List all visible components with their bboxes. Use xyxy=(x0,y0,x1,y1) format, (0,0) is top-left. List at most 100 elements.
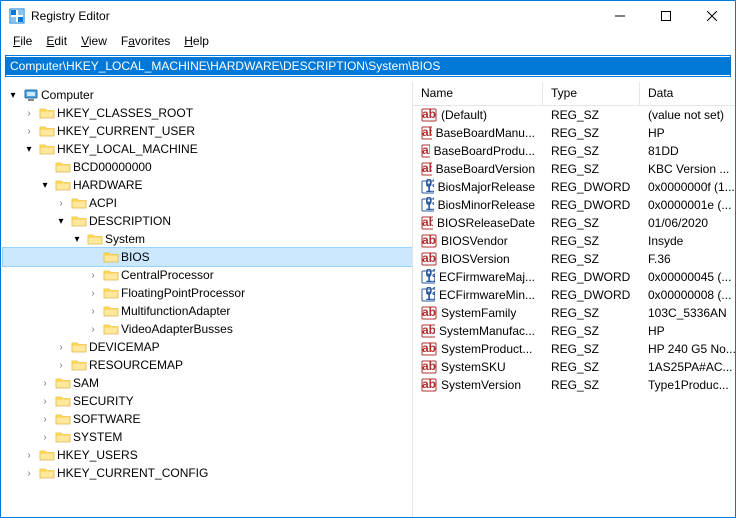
expander-icon[interactable]: › xyxy=(21,465,37,481)
expander-icon[interactable]: › xyxy=(21,447,37,463)
expander-icon[interactable]: › xyxy=(85,285,101,301)
value-type: REG_SZ xyxy=(543,216,640,230)
list-row[interactable]: ECFirmwareMaj...REG_DWORD0x00000045 (... xyxy=(413,268,735,286)
tree-node-centralprocessor[interactable]: › CentralProcessor xyxy=(3,266,412,284)
address-input[interactable] xyxy=(6,57,730,75)
expander-icon[interactable]: › xyxy=(37,393,53,409)
tree-label: DEVICEMAP xyxy=(89,340,160,354)
tree-node-hklm[interactable]: ▾ HKEY_LOCAL_MACHINE xyxy=(3,140,412,158)
value-data: 81DD xyxy=(640,144,735,158)
value-name-cell: SystemSKU xyxy=(413,359,543,375)
tree-node-bios[interactable]: › BIOS xyxy=(3,248,412,266)
value-type: REG_DWORD xyxy=(543,180,640,194)
expander-icon[interactable]: ▾ xyxy=(37,177,53,193)
list-row[interactable]: BiosMinorReleaseREG_DWORD0x0000001e (... xyxy=(413,196,735,214)
tree-node-system2[interactable]: › SYSTEM xyxy=(3,428,412,446)
expander-icon[interactable]: › xyxy=(53,357,69,373)
value-name-cell: SystemFamily xyxy=(413,305,543,321)
close-button[interactable] xyxy=(689,1,735,31)
list-row[interactable]: ECFirmwareMin...REG_DWORD0x00000008 (... xyxy=(413,286,735,304)
tree-node-sam[interactable]: › SAM xyxy=(3,374,412,392)
list-row[interactable]: SystemVersionREG_SZType1Produc... xyxy=(413,376,735,394)
minimize-button[interactable] xyxy=(597,1,643,31)
list-row[interactable]: SystemManufac...REG_SZHP xyxy=(413,322,735,340)
tree-node-hkcr[interactable]: › HKEY_CLASSES_ROOT xyxy=(3,104,412,122)
tree-node-bcd[interactable]: › BCD00000000 xyxy=(3,158,412,176)
expander-icon[interactable]: ▾ xyxy=(21,141,37,157)
expander-icon[interactable]: › xyxy=(21,123,37,139)
tree-node-security[interactable]: › SECURITY xyxy=(3,392,412,410)
list-body[interactable]: (Default)REG_SZ(value not set)BaseBoardM… xyxy=(413,106,735,499)
folder-icon xyxy=(55,411,71,427)
tree-node-description[interactable]: ▾ DESCRIPTION xyxy=(3,212,412,230)
tree-node-hkcu[interactable]: › HKEY_CURRENT_USER xyxy=(3,122,412,140)
list-row[interactable]: SystemProduct...REG_SZHP 240 G5 No... xyxy=(413,340,735,358)
column-header-name[interactable]: Name xyxy=(413,82,543,105)
tree-node-floatingpoint[interactable]: › FloatingPointProcessor xyxy=(3,284,412,302)
expander-icon[interactable]: › xyxy=(85,267,101,283)
expander-icon[interactable]: › xyxy=(37,429,53,445)
tree-node-computer[interactable]: ▾ Computer xyxy=(3,86,412,104)
tree-label: Computer xyxy=(41,88,94,102)
value-name-cell: BaseBoardManu... xyxy=(413,125,543,141)
expander-icon[interactable]: ▾ xyxy=(5,87,21,103)
value-name: BaseBoardVersion xyxy=(436,162,535,176)
expander-icon[interactable]: › xyxy=(85,321,101,337)
expander-icon[interactable]: › xyxy=(85,303,101,319)
list-row[interactable]: SystemSKUREG_SZ1AS25PA#AC... xyxy=(413,358,735,376)
list-row[interactable]: BaseBoardProdu...REG_SZ81DD xyxy=(413,142,735,160)
tree-node-hku[interactable]: › HKEY_USERS xyxy=(3,446,412,464)
menu-edit[interactable]: Edit xyxy=(40,32,73,50)
value-type: REG_DWORD xyxy=(543,270,640,284)
tree-pane[interactable]: ▾ Computer › HKEY_CLASSES_ROOT xyxy=(1,82,413,517)
list-row[interactable]: BIOSReleaseDateREG_SZ01/06/2020 xyxy=(413,214,735,232)
value-name: BiosMajorRelease xyxy=(438,180,535,194)
value-name: (Default) xyxy=(441,108,487,122)
expander-icon[interactable]: ▾ xyxy=(53,213,69,229)
value-type: REG_SZ xyxy=(543,108,640,122)
tree-node-system[interactable]: ▾ System xyxy=(3,230,412,248)
folder-icon xyxy=(55,375,71,391)
app-icon xyxy=(9,8,25,24)
menu-favorites[interactable]: Favorites xyxy=(115,32,176,50)
list-row[interactable]: BaseBoardManu...REG_SZHP xyxy=(413,124,735,142)
expander-icon[interactable]: ▾ xyxy=(69,231,85,247)
column-header-data[interactable]: Data xyxy=(640,82,735,105)
expander-icon[interactable]: › xyxy=(53,195,69,211)
tree-node-acpi[interactable]: › ACPI xyxy=(3,194,412,212)
tree-node-hardware[interactable]: ▾ HARDWARE xyxy=(3,176,412,194)
value-name-cell: BIOSVersion xyxy=(413,251,543,267)
expander-icon[interactable]: › xyxy=(21,105,37,121)
folder-icon xyxy=(39,465,55,481)
list-row[interactable]: (Default)REG_SZ(value not set) xyxy=(413,106,735,124)
value-data: 0x00000045 (... xyxy=(640,270,735,284)
tree-label: SOFTWARE xyxy=(73,412,141,426)
maximize-button[interactable] xyxy=(643,1,689,31)
list-row[interactable]: SystemFamilyREG_SZ103C_5336AN xyxy=(413,304,735,322)
horizontal-scrollbar[interactable] xyxy=(413,499,735,517)
folder-icon xyxy=(39,105,55,121)
value-type: REG_SZ xyxy=(543,324,640,338)
expander-icon[interactable]: › xyxy=(37,411,53,427)
expander-icon[interactable]: › xyxy=(53,339,69,355)
string-value-icon xyxy=(421,377,437,393)
folder-icon xyxy=(87,231,103,247)
tree-node-resourcemap[interactable]: › RESOURCEMAP xyxy=(3,356,412,374)
list-row[interactable]: BIOSVersionREG_SZF.36 xyxy=(413,250,735,268)
tree-node-videoadapter[interactable]: › VideoAdapterBusses xyxy=(3,320,412,338)
value-name: BaseBoardManu... xyxy=(436,126,535,140)
tree-node-hkcc[interactable]: › HKEY_CURRENT_CONFIG xyxy=(3,464,412,482)
tree-node-devicemap[interactable]: › DEVICEMAP xyxy=(3,338,412,356)
value-name-cell: ECFirmwareMin... xyxy=(413,287,543,303)
column-header-type[interactable]: Type xyxy=(543,82,640,105)
string-value-icon xyxy=(421,341,437,357)
menu-file[interactable]: File xyxy=(7,32,38,50)
expander-icon[interactable]: › xyxy=(37,375,53,391)
tree-node-software[interactable]: › SOFTWARE xyxy=(3,410,412,428)
list-row[interactable]: BIOSVendorREG_SZInsyde xyxy=(413,232,735,250)
tree-node-multifunction[interactable]: › MultifunctionAdapter xyxy=(3,302,412,320)
menu-view[interactable]: View xyxy=(75,32,113,50)
list-row[interactable]: BiosMajorReleaseREG_DWORD0x0000000f (1..… xyxy=(413,178,735,196)
list-row[interactable]: BaseBoardVersionREG_SZKBC Version ... xyxy=(413,160,735,178)
menu-help[interactable]: Help xyxy=(178,32,215,50)
